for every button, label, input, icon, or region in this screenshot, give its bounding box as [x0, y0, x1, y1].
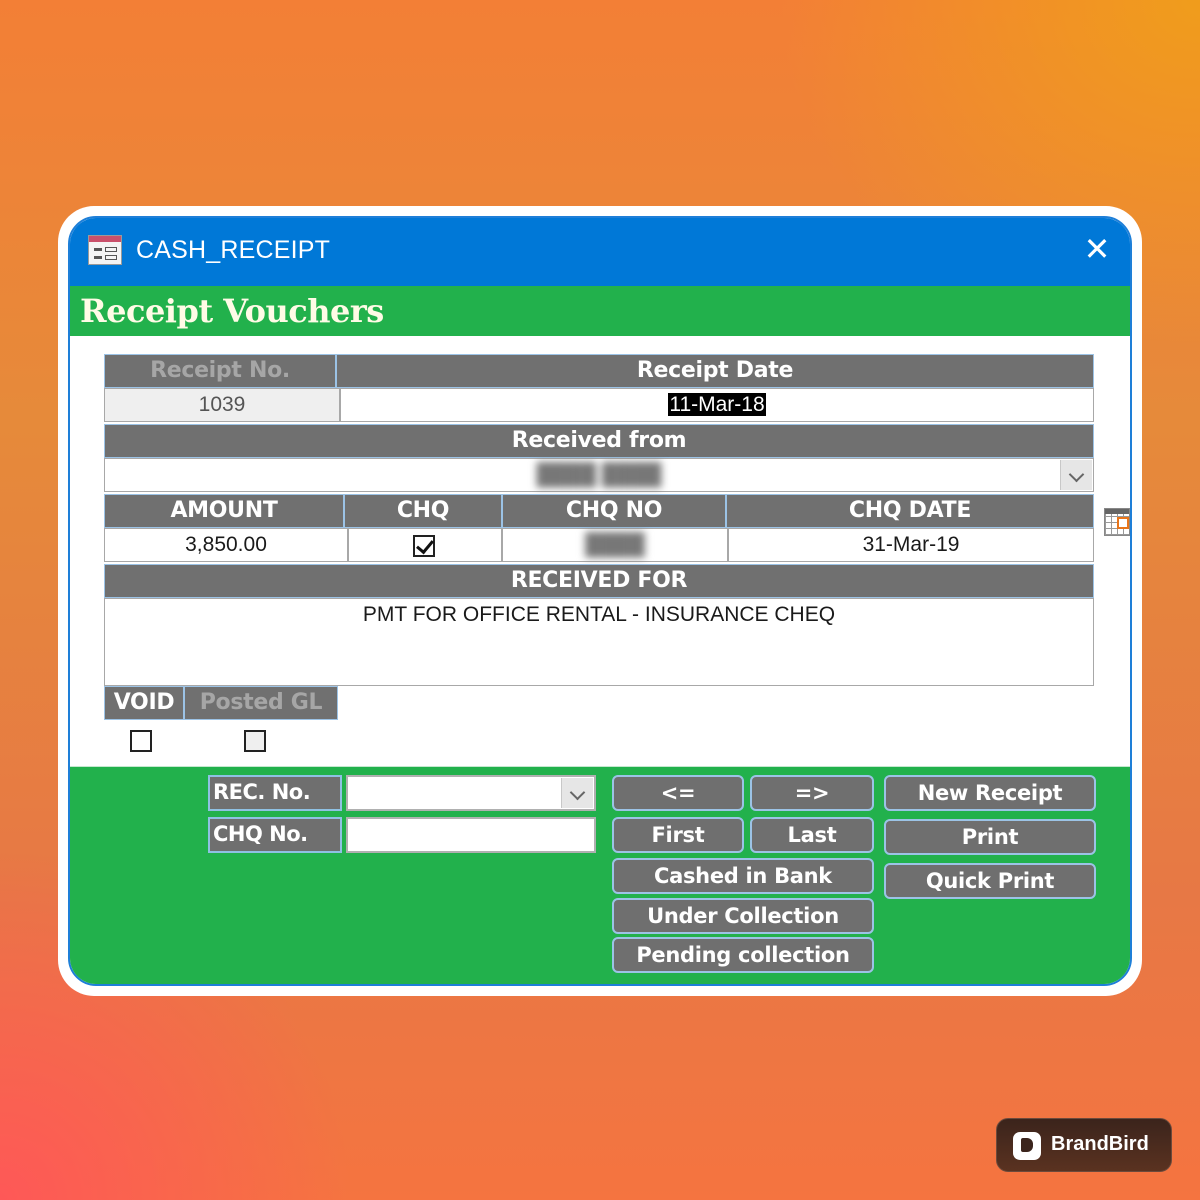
previous-record-button[interactable]: <= — [612, 775, 744, 811]
first-record-button[interactable]: First — [612, 817, 744, 853]
chq-no-search-label: CHQ No. — [208, 817, 342, 853]
received-for-field[interactable]: PMT FOR OFFICE RENTAL - INSURANCE CHEQ — [104, 598, 1094, 686]
page-title: Receipt Vouchers — [80, 292, 384, 330]
posted-gl-checkbox — [244, 730, 266, 752]
received-from-value: ████ ████ — [536, 463, 662, 486]
chq-date-label: CHQ DATE — [726, 494, 1094, 528]
received-from-label: Received from — [104, 424, 1094, 458]
print-button[interactable]: Print — [884, 819, 1096, 855]
brandbird-watermark: BrandBird — [996, 1118, 1172, 1172]
receipt-date-label: Receipt Date — [336, 354, 1094, 388]
cash-receipt-window: CASH_RECEIPT ✕ Receipt Vouchers Receipt … — [68, 216, 1132, 986]
form-icon — [88, 235, 122, 265]
chq-checkbox-cell — [348, 528, 502, 562]
quick-print-button[interactable]: Quick Print — [884, 863, 1096, 899]
rec-no-label: REC. No. — [208, 775, 342, 811]
form-header: Receipt Vouchers — [70, 286, 1130, 336]
chq-no-value: ████ — [585, 533, 645, 556]
chq-no-label: CHQ NO — [502, 494, 726, 528]
void-label: VOID — [104, 686, 184, 720]
amount-field[interactable]: 3,850.00 — [104, 528, 348, 562]
chq-no-field[interactable]: ████ — [502, 528, 728, 562]
received-for-label: RECEIVED FOR — [104, 564, 1094, 598]
last-record-button[interactable]: Last — [750, 817, 874, 853]
pending-collection-button[interactable]: Pending collection — [612, 937, 874, 973]
chq-date-field[interactable]: 31-Mar-19 — [728, 528, 1094, 562]
received-from-combo[interactable]: ████ ████ — [104, 458, 1094, 492]
chevron-down-icon[interactable] — [1060, 460, 1092, 490]
amount-label: AMOUNT — [104, 494, 344, 528]
close-icon[interactable]: ✕ — [1082, 233, 1112, 265]
new-receipt-button[interactable]: New Receipt — [884, 775, 1096, 811]
navigation-footer: REC. No. CHQ No. <= => First Last Cashed… — [70, 766, 1130, 984]
receipt-date-field[interactable]: 11-Mar-18 — [340, 388, 1094, 422]
calendar-icon[interactable] — [1104, 508, 1130, 536]
under-collection-button[interactable]: Under Collection — [612, 898, 874, 934]
brandbird-logo-icon — [1013, 1132, 1041, 1160]
receipt-no-field: 1039 — [104, 388, 340, 422]
title-bar: CASH_RECEIPT ✕ — [70, 218, 1130, 286]
chq-checkbox[interactable] — [413, 535, 435, 557]
next-record-button[interactable]: => — [750, 775, 874, 811]
chevron-down-icon[interactable] — [561, 778, 593, 808]
chq-no-search-input[interactable] — [346, 817, 596, 853]
receipt-no-label: Receipt No. — [104, 354, 336, 388]
form-body: Receipt No. Receipt Date 1039 11-Mar-18 … — [70, 336, 1130, 766]
chq-label: CHQ — [344, 494, 502, 528]
posted-gl-label: Posted GL — [184, 686, 338, 720]
brandbird-name: BrandBird — [1051, 1133, 1149, 1155]
cashed-in-bank-button[interactable]: Cashed in Bank — [612, 858, 874, 894]
window-title: CASH_RECEIPT — [136, 236, 331, 264]
void-checkbox[interactable] — [130, 730, 152, 752]
receipt-date-value: 11-Mar-18 — [668, 393, 766, 416]
rec-no-combo[interactable] — [346, 775, 596, 811]
